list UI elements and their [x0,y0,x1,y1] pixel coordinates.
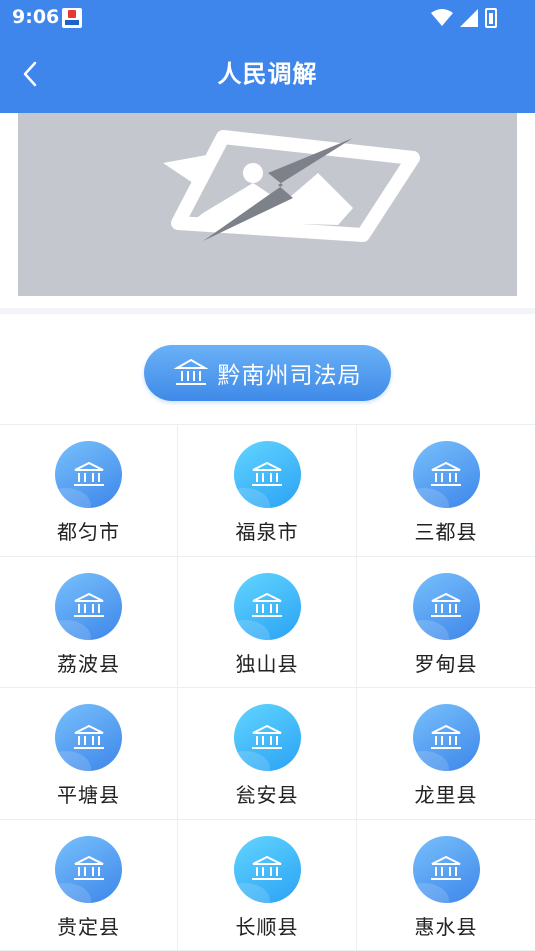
courthouse-icon [412,441,480,508]
org-button-label: 黔南州司法局 [217,363,362,389]
courthouse-icon [55,572,122,640]
courthouse-icon [173,358,208,385]
courthouse-icon [233,572,301,640]
county-item-8[interactable]: 龙里县 [357,688,535,820]
county-item-1[interactable]: 福泉市 [178,425,357,557]
county-item-11[interactable]: 惠水县 [357,820,535,951]
broken-image-icon [163,130,420,242]
county-item-7[interactable]: 瓮安县 [178,688,357,820]
county-item-4[interactable]: 独山县 [178,556,357,688]
courthouse-icon [55,441,122,508]
county-label: 荔波县 [57,651,120,676]
county-label: 三都县 [414,520,478,544]
status-time: 9:06 [12,6,60,28]
county-label: 平塘县 [57,783,120,807]
county-item-3[interactable]: 荔波县 [0,556,178,688]
county-label: 都匀市 [57,520,120,544]
org-button[interactable]: 黔南州司法局 [144,345,391,401]
county-grid: 都匀市 福泉市 三都县 荔波县 独山县 罗甸县 平塘县 瓮安县 龙里县 贵定县 … [0,424,535,951]
courthouse-icon [412,572,480,640]
county-label: 福泉市 [235,520,299,544]
wifi-icon [431,9,453,26]
county-label: 惠水县 [414,914,478,939]
county-label: 罗甸县 [414,651,478,676]
signal-icon [460,9,478,27]
county-item-10[interactable]: 长顺县 [178,819,357,951]
courthouse-icon [233,835,301,903]
county-item-2[interactable]: 三都县 [357,425,535,557]
county-item-9[interactable]: 贵定县 [0,819,178,951]
county-label: 长顺县 [235,914,299,939]
county-item-0[interactable]: 都匀市 [0,425,178,557]
battery-icon [485,8,497,28]
county-item-5[interactable]: 罗甸县 [357,557,535,688]
courthouse-icon [233,704,301,771]
courthouse-icon [55,704,122,771]
county-item-6[interactable]: 平塘县 [0,688,178,820]
status-icons [431,8,497,28]
courthouse-icon [412,835,480,903]
county-label: 瓮安县 [235,783,299,807]
county-label: 龙里县 [414,783,478,807]
courthouse-icon [412,704,480,771]
app-bar: 9:06 人民调解 [0,0,535,113]
app-notification-icon [62,8,82,28]
status-bar: 9:06 [0,0,535,36]
county-label: 独山县 [235,651,299,676]
courthouse-icon [55,835,122,903]
banner-image[interactable] [18,113,517,296]
page-title: 人民调解 [217,60,318,88]
courthouse-icon [233,441,301,508]
section-divider [0,308,535,314]
county-label: 贵定县 [57,914,120,939]
